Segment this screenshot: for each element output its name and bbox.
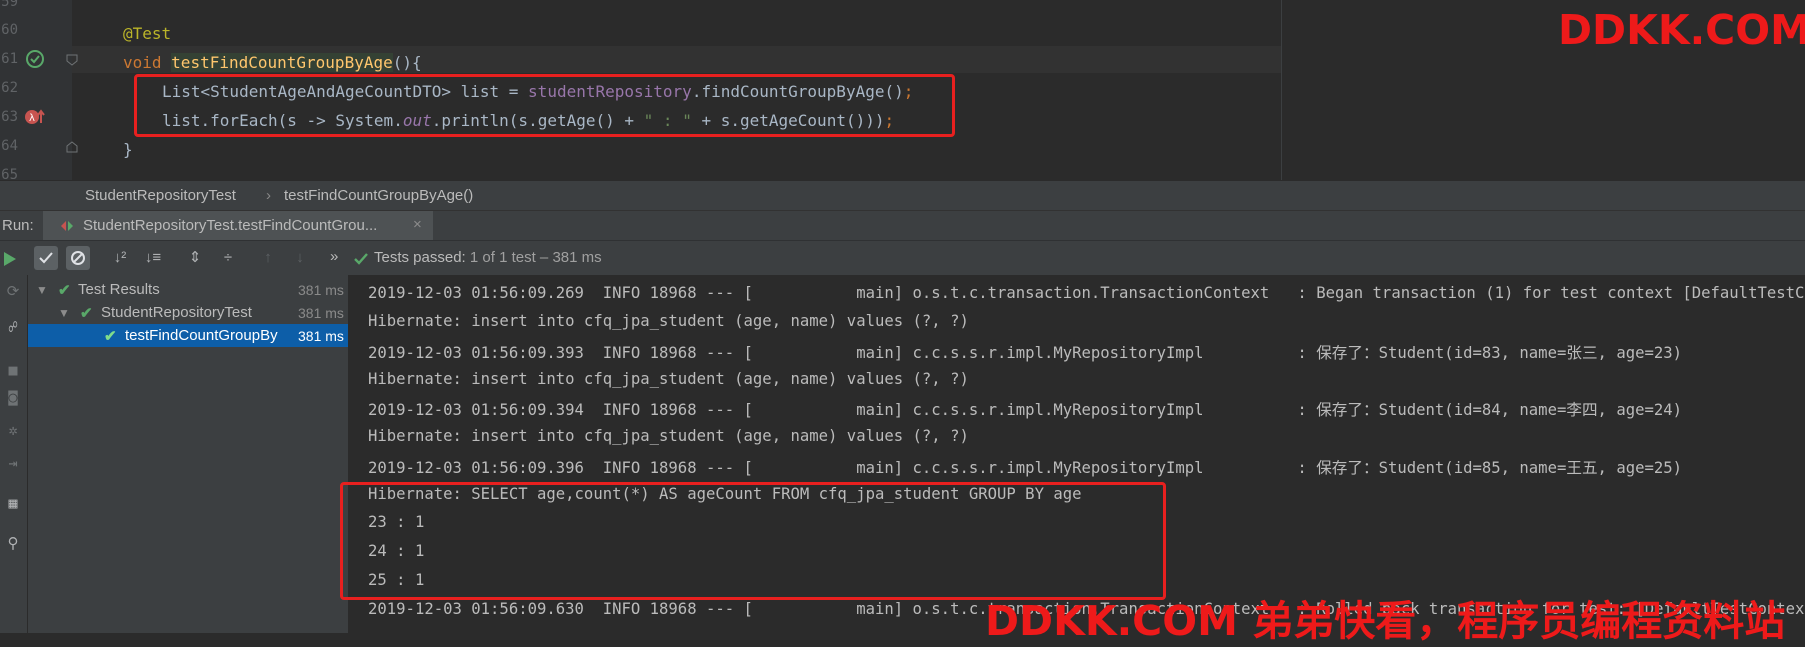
breadcrumb-separator: ›: [266, 187, 271, 204]
check-icon[interactable]: [34, 246, 58, 270]
debug-icon[interactable]: ☍: [3, 317, 23, 337]
breadcrumb-item[interactable]: StudentRepositoryTest: [85, 187, 236, 204]
tree-label: StudentRepositoryTest: [101, 304, 252, 321]
stop-icon[interactable]: ■: [3, 360, 23, 380]
line-number: 64: [1, 138, 18, 154]
console-line: 2019-12-03 01:56:09.269 INFO 18968 --- […: [368, 284, 1805, 302]
code-line-61: void testFindCountGroupByAge(){: [123, 53, 422, 72]
console-line: 2019-12-03 01:56:09.396 INFO 18968 --- […: [368, 459, 1683, 477]
run-test-gutter-icon[interactable]: [26, 50, 44, 68]
run-icon[interactable]: [3, 251, 17, 267]
more-icon[interactable]: »: [330, 248, 338, 265]
console-line: Hibernate: insert into cfq_jpa_student (…: [368, 427, 969, 445]
arrow-up-icon[interactable]: ↑: [256, 246, 280, 270]
pass-icon: ✔: [80, 305, 93, 322]
breadcrumb: StudentRepositoryTest › testFindCountGro…: [0, 180, 1805, 211]
run-tab-title: StudentRepositoryTest.testFindCountGrou.…: [83, 217, 378, 234]
tree-row-test-method[interactable]: ✔ testFindCountGroupBy 381 ms: [28, 324, 348, 347]
tree-label: Test Results: [78, 281, 160, 298]
test-status: Tests passed: 1 of 1 test – 381 ms: [374, 249, 602, 266]
editor-gutter: 59 60 61 62 63 64 65 λ: [0, 0, 78, 180]
sort-duration-icon[interactable]: ↓≡: [141, 246, 165, 270]
breadcrumb-item[interactable]: testFindCountGroupByAge(): [284, 187, 473, 204]
arrow-down-icon[interactable]: ↓: [288, 246, 312, 270]
method-name: testFindCountGroupByAge: [171, 53, 393, 72]
console-line: Hibernate: insert into cfq_jpa_student (…: [368, 370, 969, 388]
right-margin-guide: [1281, 0, 1282, 180]
exit-icon[interactable]: ⇥: [3, 453, 23, 473]
tree-row-test-class[interactable]: ▼ ✔ StudentRepositoryTest 381 ms: [28, 301, 348, 324]
expand-all-icon[interactable]: ⇕: [183, 246, 207, 270]
code-editor[interactable]: 59 60 61 62 63 64 65 λ @Test void testFi…: [0, 0, 1805, 180]
watermark-top: DDKK.COM: [1558, 6, 1805, 54]
pin-icon[interactable]: ⚲: [3, 533, 23, 553]
test-toolbar: ↓² ↓≡ ⇕ ÷ ↑ ↓ » Tests passed: 1 of 1 tes…: [0, 240, 1805, 276]
chevron-down-icon[interactable]: ▼: [58, 306, 70, 320]
pass-icon: ✔: [58, 282, 71, 299]
line-number: 63: [1, 109, 18, 125]
tree-time: 381 ms: [298, 305, 344, 321]
test-config-icon: [61, 221, 73, 231]
line-number: 60: [1, 22, 18, 38]
code-line-60: @Test: [123, 24, 172, 43]
rerun-icon[interactable]: ⟳: [3, 281, 23, 301]
sort-alpha-icon[interactable]: ↓²: [108, 246, 132, 270]
layout-icon[interactable]: ▦: [3, 493, 23, 513]
console-line: Hibernate: insert into cfq_jpa_student (…: [368, 312, 969, 330]
line-number: 59: [1, 0, 18, 10]
console-line: 2019-12-03 01:56:09.394 INFO 18968 --- […: [368, 401, 1683, 419]
run-tool-header: Run: StudentRepositoryTest.testFindCount…: [0, 210, 1805, 241]
code-highlight-box: [134, 74, 955, 137]
line-number: 65: [1, 167, 18, 180]
run-tab[interactable]: StudentRepositoryTest.testFindCountGrou.…: [43, 211, 433, 241]
code-line-64: }: [123, 140, 133, 159]
run-side-strip: ⟳ ☍ ■ ◙ ✲ ⇥ ▦ ⚲: [0, 275, 28, 633]
fold-marker-icon[interactable]: [66, 54, 78, 66]
watermark-bottom: DDKK.COM 弟弟快看，程序员编程资料站: [985, 597, 1786, 645]
chevron-down-icon[interactable]: ▼: [36, 283, 48, 297]
collapse-all-icon[interactable]: ÷: [216, 246, 240, 270]
lambda-gutter-icon[interactable]: λ: [24, 108, 46, 126]
settings-icon[interactable]: ✲: [3, 420, 23, 440]
tests-passed-icon: [354, 253, 368, 265]
pass-icon: ✔: [104, 328, 117, 345]
console-line: 2019-12-03 01:56:09.393 INFO 18968 --- […: [368, 344, 1683, 362]
run-label: Run:: [2, 217, 34, 234]
camera-icon[interactable]: ◙: [3, 387, 23, 407]
output-highlight-box: [340, 482, 1166, 600]
fold-marker-icon[interactable]: [66, 141, 78, 153]
tree-label: testFindCountGroupBy: [125, 327, 278, 344]
line-number: 62: [1, 80, 18, 96]
test-results-tree: ▼ ✔ Test Results 381 ms ▼ ✔ StudentRepos…: [28, 275, 349, 633]
line-number: 61: [1, 51, 18, 67]
close-icon[interactable]: ×: [413, 216, 422, 233]
tree-time: 381 ms: [298, 328, 344, 344]
tree-row-test-results[interactable]: ▼ ✔ Test Results 381 ms: [28, 278, 348, 301]
tree-time: 381 ms: [298, 282, 344, 298]
svg-text:λ: λ: [29, 113, 35, 124]
cancel-icon[interactable]: [66, 246, 90, 270]
